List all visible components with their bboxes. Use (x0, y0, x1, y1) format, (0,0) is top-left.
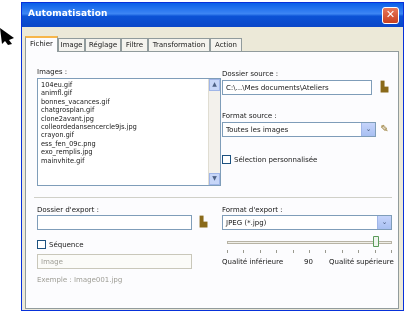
edit-pencil-icon: ✎ (380, 124, 389, 135)
image-list-item[interactable]: ess_fen_09c.png (41, 140, 220, 148)
chevron-down-icon[interactable]: ⌄ (377, 216, 391, 229)
slider-tick (374, 250, 376, 253)
close-icon: ✕ (385, 8, 396, 21)
title-bar[interactable]: Automatisation ✕ (22, 3, 403, 27)
tab-action[interactable]: Action (210, 38, 242, 51)
tab-filtre[interactable]: Filtre (121, 38, 148, 51)
custom-selection-label: Sélection personnalisée (234, 156, 318, 164)
quality-slider-ticks (227, 250, 392, 253)
sequence-name-field[interactable]: Image (37, 254, 192, 269)
folder-browse-icon: ▙ (380, 82, 389, 93)
close-button[interactable]: ✕ (382, 7, 399, 24)
image-list-item[interactable]: clone2avant.jpg (41, 115, 220, 123)
sequence-label: Séquence (49, 241, 84, 249)
export-folder-field[interactable] (37, 215, 192, 230)
image-list-item[interactable]: colleordedansencercle9js.jpg (41, 123, 220, 131)
chevron-down-icon[interactable]: ⌄ (361, 123, 375, 136)
images-list: 104eu.gif animfl.gif bonnes_vacances.gif ch… (38, 79, 220, 165)
image-list-item[interactable]: mainvhite.gif (41, 157, 220, 165)
slider-tick (292, 250, 294, 253)
custom-selection-checkbox[interactable] (222, 155, 231, 164)
annotation-arrowhead-left (0, 28, 14, 45)
quality-slider-track[interactable] (227, 241, 392, 244)
slider-tick (309, 250, 310, 253)
slider-tick (358, 250, 360, 253)
image-list-item[interactable]: animfl.gif (41, 89, 220, 97)
slider-tick (325, 250, 327, 253)
source-folder-label: Dossier source : (222, 70, 279, 78)
export-folder-label: Dossier d'export : (37, 206, 99, 214)
slider-tick (276, 250, 278, 253)
image-list-item[interactable]: bonnes_vacances.gif (41, 98, 220, 106)
edit-format-button[interactable]: ✎ (378, 124, 391, 136)
export-format-select[interactable]: JPEG (*.jpg) ⌄ (222, 215, 392, 230)
slider-tick (243, 250, 245, 253)
slider-tick (391, 250, 392, 253)
tab-reglage[interactable]: Réglage (85, 38, 121, 51)
image-list-item[interactable]: 104eu.gif (41, 81, 220, 89)
slider-tick (227, 250, 228, 253)
export-format-label: Format d'export : (222, 206, 283, 214)
source-format-value: Toutes les images (226, 126, 289, 134)
folder-browse-icon: ▙ (199, 217, 208, 228)
sequence-checkbox[interactable] (37, 240, 46, 249)
scroll-down-icon[interactable]: ▼ (209, 173, 220, 185)
tab-image[interactable]: Image (58, 38, 85, 51)
quality-high-label: Qualité supérieure (329, 258, 394, 266)
scroll-up-icon[interactable]: ▲ (209, 79, 220, 91)
section-divider (34, 197, 392, 198)
source-format-label: Format source : (222, 112, 277, 120)
tab-transformation[interactable]: Transformation (148, 38, 210, 51)
export-folder-browse-button[interactable]: ▙ (197, 217, 210, 229)
quality-low-label: Qualité inférieure (222, 258, 284, 266)
images-label: Images : (37, 68, 68, 76)
fichier-panel: Images : 104eu.gif animfl.gif bonnes_vacan… (25, 51, 399, 309)
tab-fichier[interactable]: Fichier (25, 36, 58, 52)
slider-tick (259, 250, 261, 253)
window-title: Automatisation (28, 9, 108, 19)
quality-slider-thumb[interactable] (372, 236, 379, 247)
image-list-item[interactable]: exo_remplis.jpg (41, 148, 220, 156)
images-listbox[interactable]: 104eu.gif animfl.gif bonnes_vacances.gif ch… (37, 78, 221, 186)
slider-tick (341, 250, 343, 253)
image-list-item[interactable]: crayon.gif (41, 131, 220, 139)
source-format-select[interactable]: Toutes les images ⌄ (222, 122, 376, 137)
source-folder-field[interactable]: C:\...\Mes documents\Ateliers (222, 80, 372, 95)
quality-value: 90 (304, 258, 313, 266)
image-list-item[interactable]: chatgrosplan.gif (41, 106, 220, 114)
automation-dialog: Automatisation ✕ Fichier Image Réglage F… (21, 2, 404, 311)
export-format-value: JPEG (*.jpg) (226, 219, 267, 227)
images-scrollbar[interactable]: ▲ ▼ (208, 79, 220, 185)
sequence-example-text: Exemple : Image001.jpg (37, 276, 123, 284)
source-folder-browse-button[interactable]: ▙ (378, 82, 391, 94)
